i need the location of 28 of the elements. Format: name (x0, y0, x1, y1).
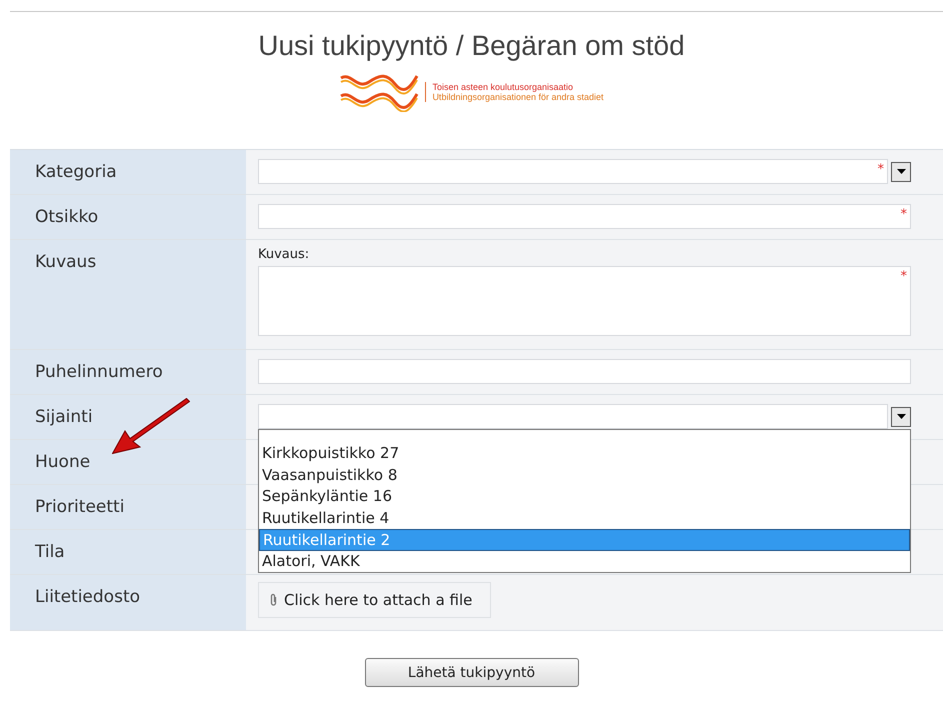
logo-text: Utbildningsorganisationen för andra stadiet (432, 92, 604, 102)
field-label: Prioriteetti (10, 485, 246, 529)
dropdown-button[interactable] (891, 162, 911, 182)
field-label: Kuvaus (10, 240, 246, 349)
dropdown-button[interactable] (891, 406, 911, 426)
logo-text: Toisen asteen koulutusorganisaatio (432, 82, 574, 92)
field-caption: Kuvaus: (258, 247, 310, 262)
caret-icon (896, 169, 906, 174)
select-field[interactable]: * (258, 159, 888, 184)
field-label: Kategoria (10, 150, 246, 194)
field-label: Tila (10, 530, 246, 574)
paperclip-icon (269, 593, 278, 607)
field-label: Liitetiedosto (10, 575, 246, 630)
attach-file-link[interactable]: Click here to attach a file (258, 582, 492, 618)
wave-logo-icon (339, 72, 420, 112)
caret-icon (896, 414, 906, 419)
submit-button[interactable]: Lähetä tukipyyntö (364, 658, 578, 687)
text-field[interactable] (258, 359, 911, 384)
field-label: Sijainti (10, 395, 246, 439)
required-mark: * (878, 162, 884, 177)
page-title: Uusi tukipyyntö / Begäran om stöd (258, 30, 685, 62)
field-label: Puhelinnumero (10, 350, 246, 394)
field-label: Otsikko (10, 195, 246, 239)
text-field[interactable]: * (258, 204, 911, 229)
textarea-field[interactable]: * (258, 266, 911, 336)
required-mark: * (900, 269, 907, 284)
required-mark: * (900, 207, 907, 222)
select-field[interactable] (258, 404, 888, 429)
